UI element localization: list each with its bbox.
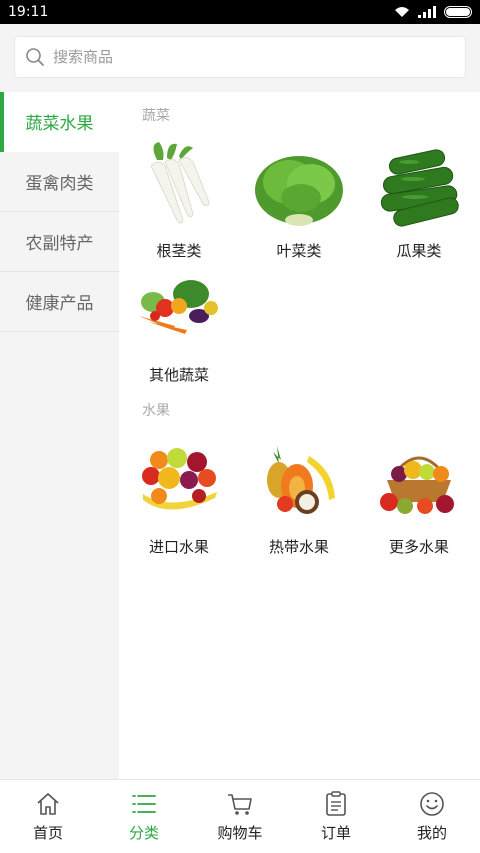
bottom-navigation: 首页 分类 购物车 订单 我的 bbox=[0, 779, 480, 853]
category-item-other-vegetables[interactable]: 其他蔬菜 bbox=[119, 264, 239, 385]
category-content: 蔬菜 根茎类 叶菜类 瓜果类 其他蔬菜 水果 进口水果 热带水果 更多水果 bbox=[119, 92, 480, 779]
nav-label: 我的 bbox=[416, 824, 447, 842]
sidebar-item-health-products[interactable]: 健康产品 bbox=[0, 272, 119, 332]
imported-fruits-image bbox=[142, 448, 217, 510]
category-item-root-vegetables[interactable]: 根茎类 bbox=[119, 140, 239, 261]
category-label: 热带水果 bbox=[268, 538, 329, 556]
category-icon bbox=[132, 795, 156, 813]
search-input[interactable] bbox=[53, 48, 433, 66]
tropical-fruits-image bbox=[267, 446, 335, 514]
category-item-imported-fruits[interactable]: 进口水果 bbox=[119, 436, 239, 557]
category-label: 叶菜类 bbox=[276, 242, 322, 260]
category-item-tropical-fruits[interactable]: 热带水果 bbox=[239, 436, 359, 557]
order-icon bbox=[326, 791, 346, 816]
fruit-basket-image bbox=[380, 456, 454, 514]
nav-cart[interactable]: 购物车 bbox=[192, 780, 288, 853]
status-icons bbox=[394, 6, 472, 18]
cucumber-image bbox=[380, 149, 459, 227]
sidebar-item-label: 健康产品 bbox=[25, 294, 94, 314]
lettuce-image bbox=[255, 156, 343, 226]
nav-profile[interactable]: 我的 bbox=[384, 780, 480, 853]
nav-label: 首页 bbox=[32, 824, 63, 842]
search-area bbox=[0, 24, 480, 92]
category-label: 其他蔬菜 bbox=[148, 366, 209, 384]
smiley-icon bbox=[420, 792, 444, 816]
nav-orders[interactable]: 订单 bbox=[288, 780, 384, 853]
wifi-icon bbox=[395, 7, 409, 17]
sidebar-item-label: 蔬菜水果 bbox=[25, 114, 94, 134]
category-label: 更多水果 bbox=[388, 538, 449, 556]
nav-label: 购物车 bbox=[217, 824, 263, 842]
battery-icon bbox=[444, 6, 472, 18]
status-bar: 19:11 bbox=[0, 0, 480, 24]
category-item-melon-fruit-vegetables[interactable]: 瓜果类 bbox=[359, 140, 479, 261]
signal-icon bbox=[418, 6, 436, 18]
category-item-leafy-vegetables[interactable]: 叶菜类 bbox=[239, 140, 359, 261]
radish-image bbox=[150, 142, 210, 224]
category-sidebar: 蔬菜水果 蛋禽肉类 农副特产 健康产品 bbox=[0, 92, 119, 779]
nav-label: 订单 bbox=[320, 824, 351, 842]
nav-label: 分类 bbox=[128, 824, 159, 842]
cart-icon bbox=[228, 794, 252, 815]
category-label: 根茎类 bbox=[156, 242, 202, 260]
sidebar-item-farm-specialties[interactable]: 农副特产 bbox=[0, 212, 119, 272]
section-title-fruits: 水果 bbox=[142, 403, 170, 419]
nav-home[interactable]: 首页 bbox=[0, 780, 96, 853]
home-icon bbox=[37, 793, 59, 815]
category-item-more-fruits[interactable]: 更多水果 bbox=[359, 436, 479, 557]
category-label: 瓜果类 bbox=[396, 242, 442, 260]
category-label: 进口水果 bbox=[148, 538, 209, 556]
nav-category[interactable]: 分类 bbox=[96, 780, 192, 853]
sidebar-item-eggs-meat[interactable]: 蛋禽肉类 bbox=[0, 152, 119, 212]
section-title-vegetables: 蔬菜 bbox=[142, 108, 170, 124]
sidebar-item-vegetables-fruits[interactable]: 蔬菜水果 bbox=[0, 92, 119, 152]
search-icon bbox=[26, 48, 44, 66]
mixed-vegetables-image bbox=[139, 280, 218, 334]
sidebar-item-label: 蛋禽肉类 bbox=[25, 174, 94, 194]
status-time: 19:11 bbox=[8, 4, 49, 20]
sidebar-item-label: 农副特产 bbox=[25, 234, 94, 254]
search-box[interactable] bbox=[14, 36, 466, 78]
